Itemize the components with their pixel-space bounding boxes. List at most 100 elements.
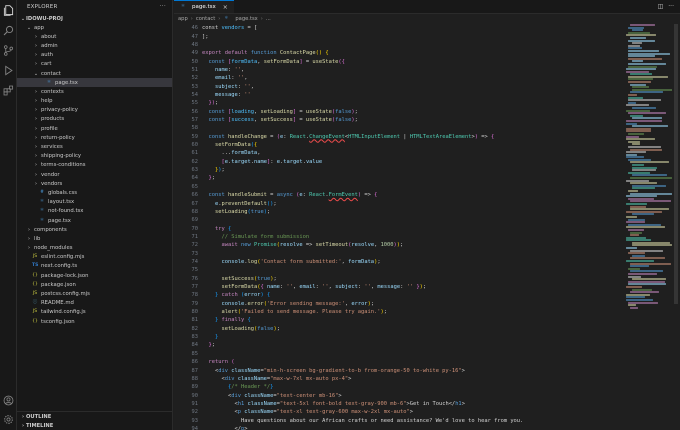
tree-folder[interactable]: › help (17, 97, 172, 106)
code-line: 81 } finally { (174, 316, 622, 324)
tree-file[interactable]: JS tailwind.config.js (17, 308, 172, 317)
tree-file[interactable]: ⚛ layout.tsx (17, 198, 172, 207)
tree-folder[interactable]: › auth (17, 51, 172, 60)
tree-folder[interactable]: › terms-conditions (17, 161, 172, 170)
tree-file[interactable]: ⚛ not-found.tsx (17, 207, 172, 216)
tree-folder[interactable]: ⌄ contact (17, 69, 172, 78)
tree-file[interactable]: TS next.config.ts (17, 262, 172, 271)
line-number: 79 (191, 300, 199, 307)
tree-file[interactable]: {} tsconfig.json (17, 317, 172, 326)
close-icon[interactable]: × (223, 4, 228, 11)
code-text: export default function ContactPage() { (202, 50, 329, 57)
minimap-line (628, 112, 667, 115)
tree-folder[interactable]: › return-policy (17, 133, 172, 142)
line-number: 81 (191, 317, 199, 324)
code-editor[interactable]: 46 const vendors = [47]; 48 49 export defaul… (174, 24, 622, 430)
chevron-right-icon: › (28, 226, 30, 233)
code-line: 57 const [success, setSuccess] = useStat… (174, 116, 622, 124)
more-actions-icon[interactable]: ··· (160, 3, 166, 10)
line-number: 70 (191, 225, 199, 232)
code-text: const [loading, setLoading] = useState(f… (208, 108, 358, 115)
code-line: 69 (174, 216, 622, 224)
tree-item-label: contact (41, 70, 61, 77)
outline-section[interactable]: › OUTLINE (17, 412, 172, 421)
line-number: 66 (191, 192, 199, 199)
minimap-line (632, 29, 643, 32)
minimap-line (626, 138, 656, 141)
tree-file[interactable]: ⚛ page.tsx (17, 78, 172, 88)
line-number: 76 (191, 275, 199, 282)
tsx-file-icon: ⚛ (39, 217, 45, 223)
breadcrumb-item[interactable]: page.tsx (235, 16, 257, 22)
source-control-icon[interactable] (3, 45, 14, 56)
settings-gear-icon[interactable] (3, 414, 14, 425)
search-icon[interactable] (3, 25, 14, 36)
timeline-section[interactable]: › TIMELINE (17, 421, 172, 430)
tree-folder[interactable]: ⌄ app (17, 23, 172, 32)
breadcrumb-item[interactable]: ... (266, 16, 271, 22)
tree-folder[interactable]: › cart (17, 60, 172, 69)
split-editor-icon[interactable]: ◫ (658, 3, 664, 10)
tree-folder[interactable]: › vendors (17, 179, 172, 188)
chevron-right-icon: › (35, 134, 37, 141)
tree-folder[interactable]: › services (17, 142, 172, 151)
tree-folder[interactable]: › vendor (17, 170, 172, 179)
tree-file[interactable]: {} package-lock.json (17, 271, 172, 280)
editor-actions: ◫ ··· (658, 3, 674, 10)
code-text: ]; (202, 33, 209, 40)
minimap-line (628, 62, 667, 65)
tree-folder[interactable]: › contexts (17, 87, 172, 96)
react-file-icon: ⚛ (224, 16, 229, 21)
code-text: try { (214, 225, 232, 232)
vertical-scrollbar[interactable] (674, 24, 678, 304)
tree-folder[interactable]: › about (17, 32, 172, 41)
workspace-root[interactable]: ⌄ IDOWU-PROJ (17, 14, 172, 23)
code-text: setSuccess(true); (221, 275, 277, 282)
tree-item-label: components (34, 226, 67, 233)
explorer-header: EXPLORER ··· (17, 0, 172, 14)
tree-folder[interactable]: › products (17, 115, 172, 124)
chevron-right-icon: › (35, 42, 37, 49)
more-actions-icon[interactable]: ··· (668, 3, 674, 10)
extensions-icon[interactable] (3, 85, 14, 96)
breadcrumb-item[interactable]: contact (196, 16, 215, 22)
account-icon[interactable] (3, 395, 14, 406)
tree-file[interactable]: JS postcss.config.mjs (17, 289, 172, 298)
tab-page-tsx[interactable]: ⚛ page.tsx × (174, 0, 234, 13)
tree-folder[interactable]: › profile (17, 124, 172, 133)
minimap-line (630, 73, 653, 76)
minimap[interactable] (626, 24, 672, 324)
code-line: 93 Have questions about our African craf… (174, 416, 622, 424)
files-icon[interactable] (3, 5, 14, 16)
code-line: 48 (174, 41, 622, 49)
tree-file[interactable]: {} package.json (17, 280, 172, 289)
code-line: 49 export default function ContactPage() … (174, 49, 622, 57)
line-number: 65 (191, 183, 199, 190)
tree-folder[interactable]: › admin (17, 41, 172, 50)
tree-folder[interactable]: › lib (17, 234, 172, 243)
run-debug-icon[interactable] (3, 65, 14, 76)
line-number: 68 (191, 208, 199, 215)
tree-file[interactable]: ⓘ README.md (17, 299, 172, 308)
tree-folder[interactable]: › shipping-policy (17, 152, 172, 161)
code-line: 79 console.error('Error sending message:… (174, 300, 622, 308)
tree-file[interactable]: JS eslint.config.mjs (17, 253, 172, 262)
line-number: 54 (191, 91, 199, 98)
tree-folder[interactable]: › components (17, 225, 172, 234)
code-text: setLoading(true); (214, 208, 271, 215)
line-number: 60 (191, 142, 199, 149)
code-text: setFormData({ name: '', email: '', subje… (221, 284, 427, 291)
breadcrumb-item[interactable]: app (178, 16, 188, 22)
tree-file[interactable]: ⚛ page.tsx (17, 216, 172, 225)
minimap-line (628, 252, 646, 255)
tree-file[interactable]: # globals.css (17, 188, 172, 197)
line-number: 50 (191, 58, 199, 65)
minimap-line (630, 24, 655, 26)
tree-folder[interactable]: › privacy-policy (17, 106, 172, 115)
minimap-line (626, 247, 637, 250)
tsx-file-icon: ⚛ (46, 79, 52, 85)
tree-folder[interactable]: › node_modules (17, 244, 172, 253)
minimap-line (630, 306, 639, 309)
minimap-line (626, 202, 648, 205)
tree-item-label: products (41, 116, 65, 123)
